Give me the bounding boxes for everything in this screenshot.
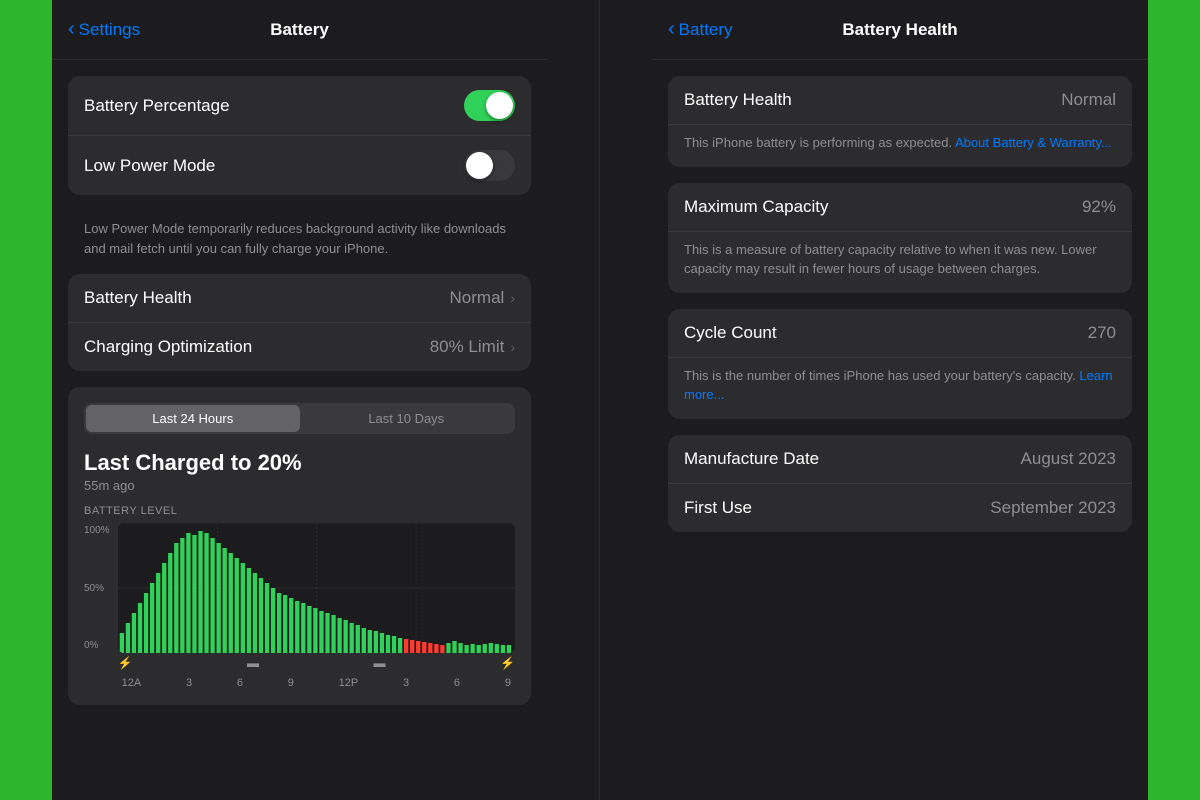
right-content: Battery Health Normal This iPhone batter… [652,60,1148,800]
first-use-label: First Use [684,498,752,518]
battery-warranty-link[interactable]: About Battery & Warranty... [955,135,1112,150]
time-label-6pm: 6 [454,677,460,689]
charging-optimization-value: 80% Limit [430,337,505,357]
charge-title: Last Charged to 20% [84,450,515,476]
first-use-value: September 2023 [990,498,1116,518]
cycle-count-value: 270 [1088,323,1116,343]
battery-health-info-row: Battery Health Normal [668,76,1132,125]
battery-back-label: Battery [679,20,733,40]
maximum-capacity-label: Maximum Capacity [684,197,829,217]
cycle-count-section: Cycle Count 270 This is the number of ti… [668,309,1132,419]
cycle-count-label: Cycle Count [684,323,777,343]
manufacture-date-label: Manufacture Date [684,449,819,469]
time-label-9pm: 9 [505,677,511,689]
battery-percentage-toggle[interactable] [464,90,515,121]
toggle-knob [486,92,513,119]
left-panel: ‹ Settings Battery Battery Percentage Lo… [0,0,600,800]
first-use-row: First Use September 2023 [668,484,1132,532]
battery-health-row[interactable]: Battery Health Normal › [68,274,531,323]
battery-health-page-title: Battery Health [842,20,957,40]
cycle-count-note: This is the number of times iPhone has u… [668,358,1132,419]
battery-health-label: Battery Health [84,288,192,308]
manufacture-date-value: August 2023 [1021,449,1116,469]
battery-health-note: This iPhone battery is performing as exp… [668,125,1132,167]
left-nav-bar: ‹ Settings Battery [52,0,547,60]
y-label-50: 50% [84,583,110,594]
chart-tab-bar: Last 24 Hours Last 10 Days [84,403,515,434]
y-label-0: 0% [84,640,110,651]
battery-health-group: Battery Health Normal › Charging Optimiz… [68,274,531,371]
toggle-knob-2 [466,152,493,179]
battery-back-button[interactable]: ‹ Battery [668,18,733,41]
manufacture-date-row: Manufacture Date August 2023 [668,435,1132,484]
right-panel: ‹ Battery Battery Health Battery Health … [600,0,1200,800]
battery-page-title: Battery [270,20,329,40]
low-power-mode-toggle[interactable] [464,150,515,181]
maximum-capacity-row: Maximum Capacity 92% [668,183,1132,232]
time-label-12a: 12A [122,677,142,689]
settings-back-label: Settings [79,20,140,40]
dates-section: Manufacture Date August 2023 First Use S… [668,435,1132,532]
battery-health-info-label: Battery Health [684,90,792,110]
y-label-100: 100% [84,525,110,536]
charge-indicator-4: ⚡ [500,656,515,670]
time-label-3: 3 [186,677,192,689]
charge-indicator-2: ▬ [247,656,259,670]
back-chevron-icon-2: ‹ [668,18,675,41]
battery-chart [118,523,515,653]
right-nav-bar: ‹ Battery Battery Health [652,0,1148,60]
low-power-mode-label: Low Power Mode [84,156,215,176]
charging-optimization-row[interactable]: Charging Optimization 80% Limit › [68,323,531,371]
toggle-group: Battery Percentage Low Power Mode [68,76,531,195]
low-power-mode-row: Low Power Mode [68,136,531,195]
charge-indicator-1: ⚡ [118,656,133,670]
tab-last-10-days[interactable]: Last 10 Days [300,405,514,432]
settings-back-button[interactable]: ‹ Settings [68,18,140,41]
battery-chart-section: Last 24 Hours Last 10 Days Last Charged … [68,387,531,705]
battery-health-value: Normal [450,288,505,308]
time-label-9: 9 [288,677,294,689]
battery-health-chevron-icon: › [510,290,515,306]
left-content: Battery Percentage Low Power Mode Low Po… [52,60,547,800]
charge-indicator-3: ▬ [374,656,386,670]
charge-subtitle: 55m ago [84,478,515,493]
low-power-note: Low Power Mode temporarily reduces backg… [68,211,531,274]
tab-last-24-hours[interactable]: Last 24 Hours [86,405,300,432]
charging-optimization-chevron-icon: › [510,339,515,355]
battery-percentage-row: Battery Percentage [68,76,531,136]
maximum-capacity-section: Maximum Capacity 92% This is a measure o… [668,183,1132,293]
cycle-count-row: Cycle Count 270 [668,309,1132,358]
time-label-3pm: 3 [403,677,409,689]
chart-label: BATTERY LEVEL [84,505,515,517]
battery-percentage-label: Battery Percentage [84,96,230,116]
charging-optimization-label: Charging Optimization [84,337,252,357]
maximum-capacity-note: This is a measure of battery capacity re… [668,232,1132,293]
battery-health-info-value: Normal [1061,90,1116,110]
time-label-12p: 12P [339,677,359,689]
maximum-capacity-value: 92% [1082,197,1116,217]
back-chevron-icon: ‹ [68,18,75,41]
battery-health-section: Battery Health Normal This iPhone batter… [668,76,1132,167]
chart-time-labels: 12A 3 6 9 12P 3 6 9 [118,677,515,689]
time-label-6: 6 [237,677,243,689]
